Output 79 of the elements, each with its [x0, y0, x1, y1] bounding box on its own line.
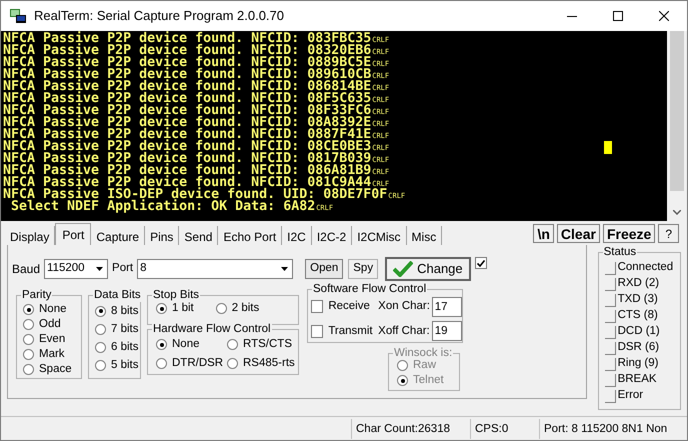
radio-button[interactable]: [95, 324, 106, 334]
radio-option[interactable]: Mark: [23, 347, 81, 362]
radio-option[interactable]: RS485-rts: [227, 356, 298, 370]
group-title: Parity: [21, 288, 52, 302]
checkbox-label: Transmit: [328, 324, 374, 339]
close-icon: [659, 11, 669, 21]
radio-option[interactable]: None: [156, 337, 227, 352]
change-button[interactable]: Change: [385, 257, 471, 281]
status-label: TXD (3): [618, 292, 658, 308]
radio-button[interactable]: [23, 304, 34, 315]
status-label: BREAK: [618, 372, 657, 388]
scroll-thumb[interactable]: [670, 31, 684, 191]
radio-button[interactable]: [95, 342, 106, 352]
radio-button[interactable]: [23, 334, 34, 345]
radio-button[interactable]: [216, 303, 227, 314]
port-label: Port: [112, 261, 134, 276]
status-label: Connected: [618, 260, 674, 276]
status-label: CTS (8): [618, 308, 658, 324]
radio-button[interactable]: [23, 364, 34, 375]
status-label: DCD (1): [618, 324, 660, 340]
freeze-button[interactable]: Freeze: [602, 224, 656, 243]
dropdown-arrow-icon: [96, 267, 104, 271]
radio-button[interactable]: [227, 358, 238, 368]
app-icon: [10, 9, 26, 23]
newline-button[interactable]: \n: [533, 224, 554, 243]
baud-label: Baud: [12, 261, 40, 278]
radio-option[interactable]: RTS/CTS: [227, 337, 298, 352]
group-title: Stop Bits: [152, 288, 200, 302]
radio-option[interactable]: 2 bits: [216, 301, 260, 316]
radio-button[interactable]: [227, 339, 238, 350]
radio-option[interactable]: 5 bits: [95, 356, 140, 374]
checkbox-label: Receive: [328, 299, 371, 314]
radio-option[interactable]: 7 bits: [95, 320, 140, 338]
window-title: RealTerm: Serial Capture Program 2.0.0.70: [34, 7, 284, 26]
baud-dropdown[interactable]: 115200: [44, 259, 108, 279]
radio-option[interactable]: None: [23, 302, 81, 317]
radio-option[interactable]: Odd: [23, 317, 81, 332]
checkbox[interactable]: [311, 300, 324, 314]
checkbox[interactable]: [311, 324, 324, 338]
radio-option[interactable]: Space: [23, 362, 81, 377]
radio-option[interactable]: Even: [23, 332, 81, 347]
status-label: Ring (9): [618, 356, 658, 372]
radio-option[interactable]: 6 bits: [95, 338, 140, 356]
port-dropdown[interactable]: 8: [137, 259, 294, 279]
char-label: Xon Char:: [378, 299, 431, 314]
group-title: Data Bits: [93, 288, 142, 302]
checkmark-icon: [393, 261, 414, 277]
spy-button[interactable]: Spy: [348, 259, 378, 279]
radio-button[interactable]: [156, 303, 167, 314]
status-label: DSR (6): [618, 340, 660, 356]
radio-button[interactable]: [23, 319, 34, 330]
status-bar-field: Char Count:26318: [351, 419, 467, 439]
radio-option[interactable]: DTR/DSR: [156, 356, 227, 370]
radio-button[interactable]: [156, 339, 167, 350]
clear-button[interactable]: Clear: [556, 224, 600, 243]
char-label: Xoff Char:: [378, 324, 431, 339]
maximize-icon: [613, 11, 623, 21]
text-cursor: [604, 141, 612, 154]
radio-button[interactable]: [95, 306, 106, 316]
radio-button[interactable]: [397, 375, 408, 386]
input-field[interactable]: 19: [432, 321, 462, 342]
radio-button[interactable]: [156, 358, 167, 368]
status-label: RXD (2): [618, 276, 660, 292]
radio-button[interactable]: [95, 360, 106, 370]
checkbox[interactable]: [474, 257, 487, 269]
input-field[interactable]: 17: [432, 296, 462, 317]
status-bar-field: CPS:0: [470, 419, 536, 439]
terminal-line: Select NDEF Application: OK Data: 6A82: [10, 201, 316, 213]
radio-option[interactable]: 1 bit: [156, 301, 194, 316]
dropdown-arrow-icon: [281, 267, 288, 271]
radio-button[interactable]: [23, 349, 34, 360]
tab[interactable]: Port: [55, 223, 92, 245]
scroll-down-icon[interactable]: [673, 210, 681, 215]
status-label: Error: [618, 388, 644, 404]
radio-option[interactable]: 8 bits: [95, 302, 140, 320]
radio-button[interactable]: [397, 360, 408, 371]
open-button[interactable]: Open: [305, 259, 344, 279]
help-button[interactable]: ?: [658, 224, 679, 243]
status-bar-field: Port: 8 115200 8N1 Non: [539, 419, 679, 439]
